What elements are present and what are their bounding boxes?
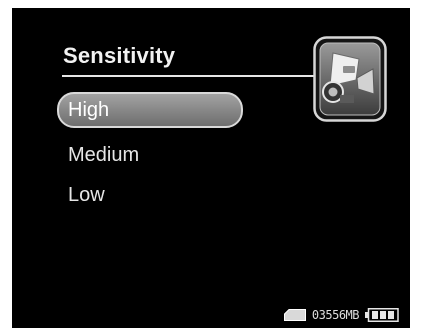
option-medium[interactable]: Medium: [57, 137, 243, 173]
battery-full-icon: [365, 308, 399, 322]
camera-menu-screen: Sensitivity High Medium Low 03556MB: [12, 8, 410, 328]
status-bar: 03556MB: [283, 307, 399, 323]
menu-title: Sensitivity: [63, 43, 176, 68]
title-divider: [62, 75, 315, 77]
option-high[interactable]: High: [57, 92, 243, 128]
free-space-readout: 03556MB: [311, 308, 360, 322]
memory-card-icon: [283, 309, 306, 321]
video-camera-icon: [313, 36, 387, 122]
option-low[interactable]: Low: [57, 177, 243, 213]
